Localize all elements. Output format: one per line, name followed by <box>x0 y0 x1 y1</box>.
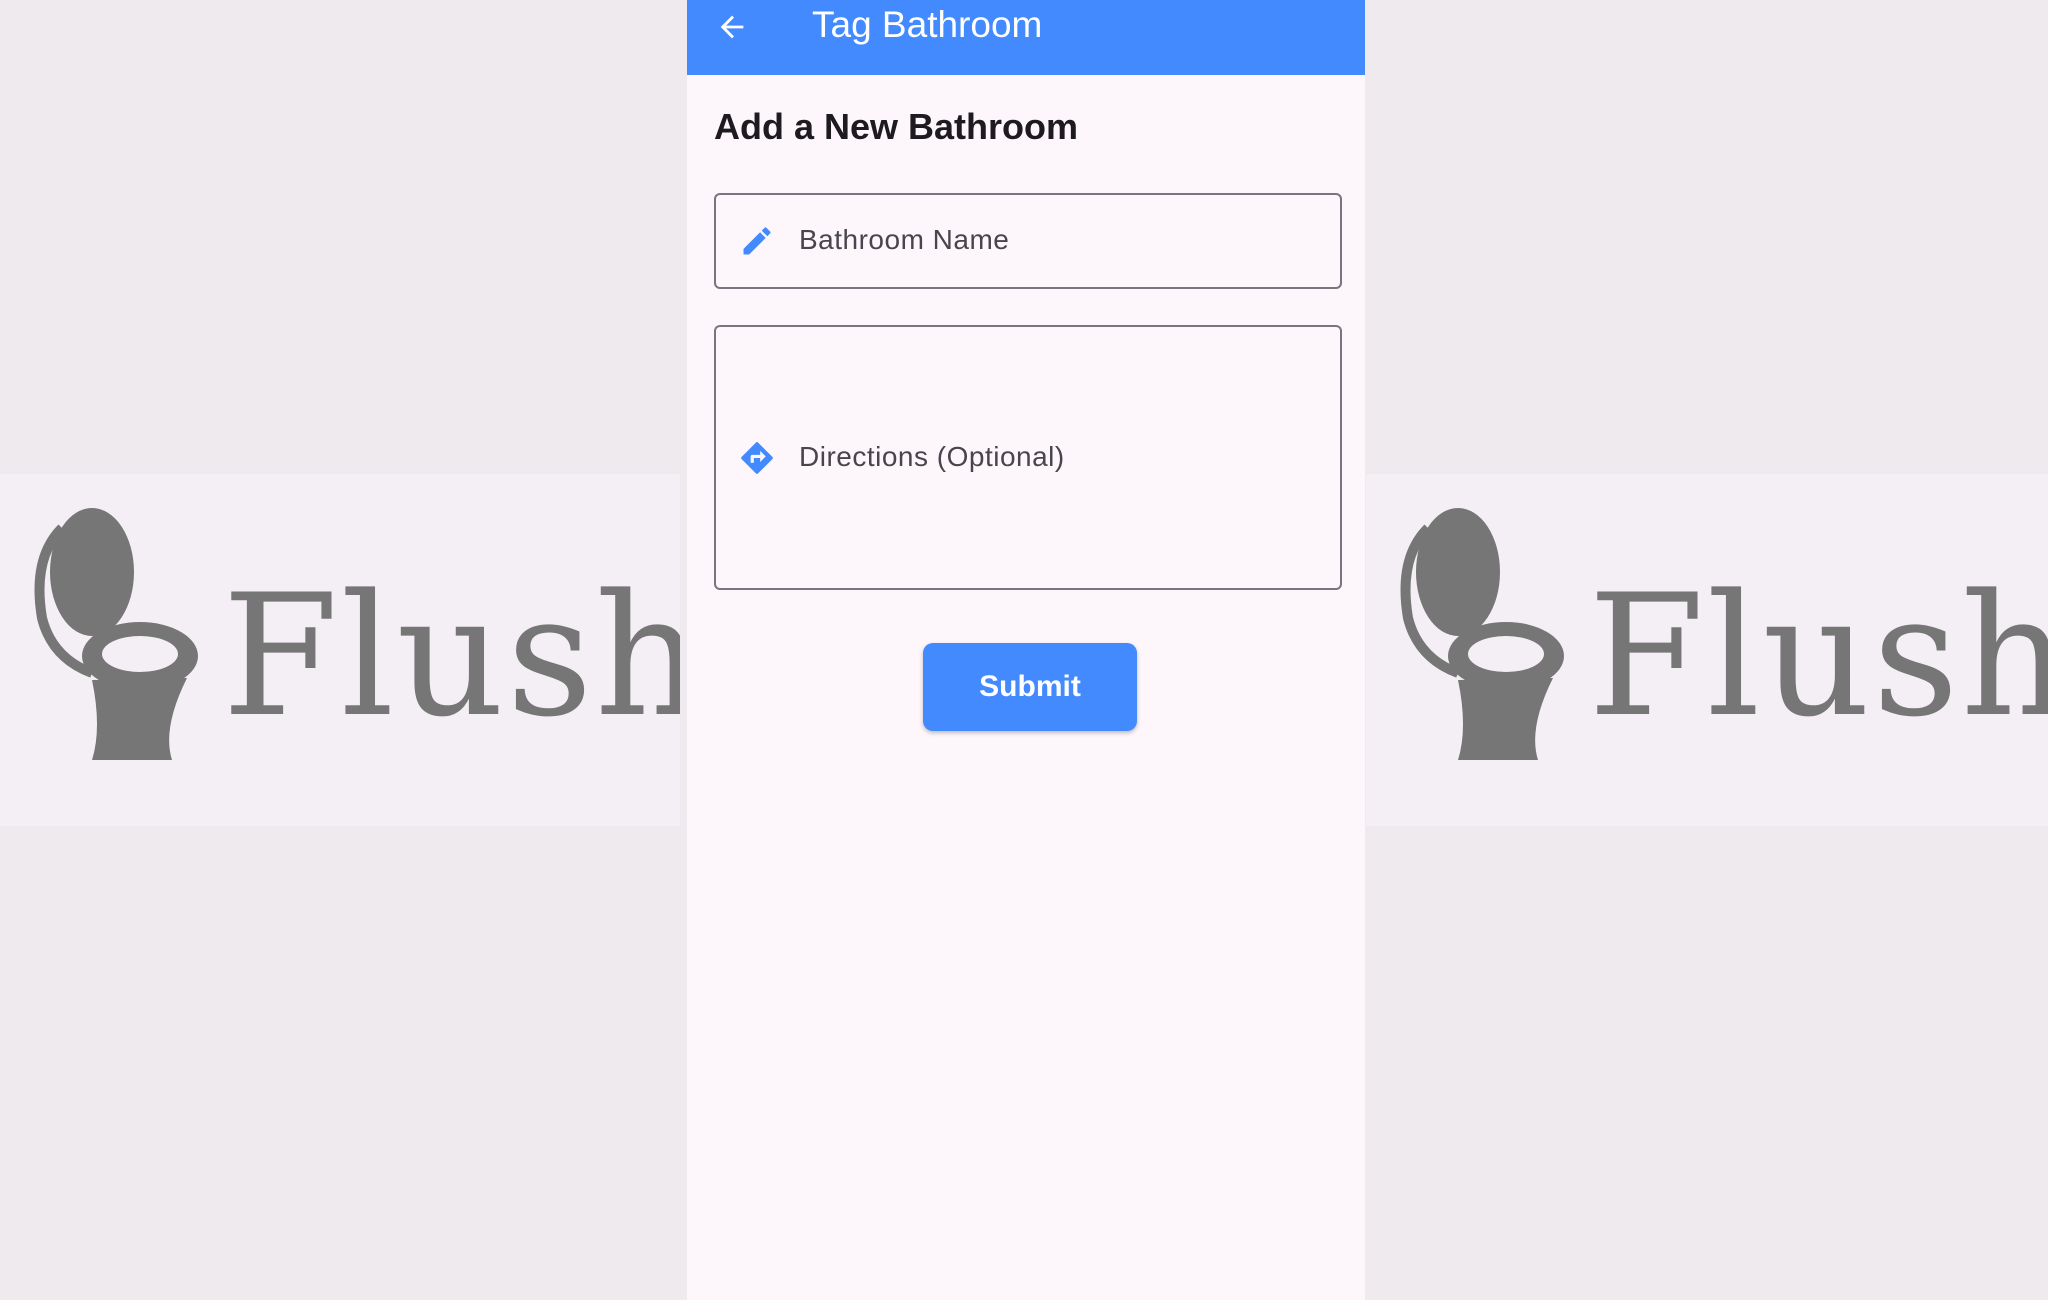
submit-button[interactable]: Submit <box>923 643 1137 731</box>
page-title: Tag Bathroom <box>812 4 1043 45</box>
toilet-icon <box>1400 508 1564 760</box>
bathroom-name-placeholder: Bathroom Name <box>799 224 1010 255</box>
directions-field[interactable]: Directions (Optional) <box>714 325 1342 590</box>
brand-wordmark: Flush <box>222 558 680 754</box>
back-button[interactable] <box>709 4 755 50</box>
flush-logo: Flush <box>22 474 680 826</box>
right-brand-banner: Flush <box>1366 474 2048 826</box>
arrow-left-icon <box>720 15 744 39</box>
directions-icon <box>738 439 776 477</box>
app-bar: Tag Bathroom <box>687 0 1365 75</box>
flush-logo: Flush <box>1388 474 2048 826</box>
bathroom-name-field[interactable]: Bathroom Name <box>714 193 1342 289</box>
toilet-icon <box>34 508 198 760</box>
app-screen: Tag Bathroom Add a New Bathroom Bathroom… <box>687 0 1365 1300</box>
brand-wordmark: Flush <box>1588 558 2048 754</box>
form-heading: Add a New Bathroom <box>714 106 1079 147</box>
left-brand-banner: Flush <box>0 474 680 826</box>
directions-placeholder: Directions (Optional) <box>799 441 1065 472</box>
pencil-icon <box>738 222 776 260</box>
